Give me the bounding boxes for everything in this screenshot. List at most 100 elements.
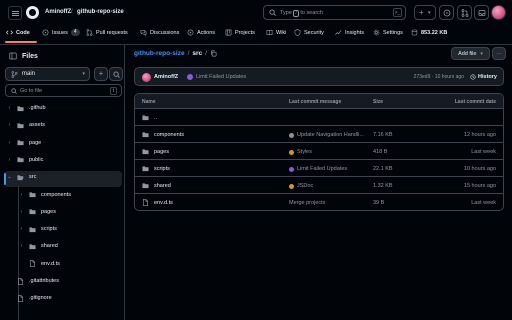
tab-actions[interactable]: Actions — [187, 27, 215, 38]
chevron-icon[interactable]: › — [7, 140, 12, 146]
commit-type-icon — [289, 183, 294, 189]
tab-code-label: Code — [16, 29, 30, 36]
row-name-link[interactable]: env.d.ts — [142, 199, 173, 206]
add-file-button[interactable]: + — [94, 67, 108, 81]
tab-insights[interactable]: Insights — [335, 27, 364, 38]
file-icon — [29, 260, 36, 268]
commit-type-icon — [289, 132, 294, 138]
create-new-button[interactable]: + ▾ — [414, 5, 436, 20]
row-commit-message[interactable]: JSDoc — [289, 183, 313, 189]
tree-item[interactable]: › scripts — [19, 222, 57, 236]
row-commit-message[interactable]: Merge projects — [289, 200, 325, 206]
table-row[interactable]: env.d.ts Merge projects 39 B Last week — [135, 194, 503, 210]
row-name: scripts — [154, 165, 170, 172]
row-date: Last week — [471, 200, 496, 206]
tab-issues-label: Issues — [52, 29, 68, 36]
keyboard-shortcut-hint: t — [109, 87, 117, 95]
tree-item[interactable]: › components — [19, 188, 71, 202]
tree-item[interactable]: .gitattributes — [7, 274, 59, 288]
tree-item[interactable]: › .github — [7, 101, 46, 115]
chevron-icon[interactable]: › — [19, 226, 24, 232]
table-row[interactable]: components Update Navigation Handli... 7.1… — [135, 126, 503, 143]
tree-item[interactable]: ⌄ src — [7, 170, 36, 184]
tab-issues[interactable]: Issues 4 — [42, 27, 80, 38]
tree-item[interactable]: › assets — [7, 118, 45, 132]
repo-link[interactable]: github-repo-size — [77, 9, 124, 15]
chevron-icon[interactable]: › — [19, 192, 24, 198]
file-table: Name Last commit message Size Last commi… — [134, 93, 504, 211]
issues-icon — [42, 29, 49, 36]
more-options-button[interactable]: ··· — [492, 47, 506, 60]
issues-button[interactable] — [439, 5, 454, 20]
tab-code[interactable]: Code — [6, 27, 30, 38]
tab-settings[interactable]: Settings — [373, 27, 403, 38]
table-row[interactable]: scripts Limit Failed Updates 22.1 KB 10 hou… — [135, 160, 503, 177]
row-commit-message[interactable]: Limit Failed Updates — [289, 166, 347, 172]
tree-item-label: .gitignore — [29, 295, 52, 302]
table-row[interactable]: shared JSDoc 1.32 KB 15 hours ago — [135, 177, 503, 194]
tab-security-label: Security — [304, 29, 324, 36]
row-name-link[interactable]: pages — [142, 148, 169, 155]
tab-security[interactable]: Security — [294, 27, 324, 38]
commit-type-icon — [289, 166, 294, 172]
notifications-button[interactable] — [474, 5, 489, 20]
row-name-link[interactable]: scripts — [142, 165, 170, 172]
repo-size-label: 853.22 KB — [421, 29, 448, 36]
commit-author[interactable]: AminoffZ — [154, 74, 178, 80]
row-name-link[interactable]: shared — [142, 182, 171, 189]
chevron-icon[interactable]: › — [7, 105, 12, 111]
parent-directory-link[interactable]: .. — [142, 114, 157, 121]
tree-item[interactable]: › public — [7, 153, 44, 167]
chevron-icon[interactable]: › — [19, 243, 24, 249]
search-files-button[interactable] — [109, 67, 123, 81]
avatar[interactable] — [142, 73, 151, 82]
global-search-input[interactable]: Type / to search >_ — [263, 5, 406, 20]
breadcrumb-repo-link[interactable]: github-repo-size — [134, 50, 185, 57]
tree-item[interactable]: › shared — [19, 239, 58, 253]
file-tree-sidebar: Files main ▾ + Go to file t › .github › ass… — [0, 45, 125, 320]
tree-item-label: .github — [29, 105, 46, 111]
folder-icon — [142, 149, 149, 155]
tab-pull-requests[interactable]: Pull requests — [86, 27, 128, 38]
tree-item[interactable]: › page — [7, 136, 42, 150]
row-commit-message[interactable]: Styles — [289, 149, 312, 155]
tab-projects[interactable]: Projects — [225, 27, 255, 38]
chevron-icon[interactable]: › — [7, 122, 12, 128]
table-row[interactable]: pages Styles 418 B Last week — [135, 143, 503, 160]
tab-wiki[interactable]: Wiki — [266, 27, 286, 38]
pull-requests-button[interactable] — [457, 5, 472, 20]
tree-item-label: pages — [41, 208, 56, 215]
commit-meta[interactable]: 273ed9 · 10 hours ago — [414, 74, 464, 80]
owner-link[interactable]: AminoffZ — [45, 9, 71, 15]
tab-discussions[interactable]: Discussions — [140, 27, 179, 38]
row-name-link[interactable]: components — [142, 131, 184, 138]
row-commit-message[interactable]: Update Navigation Handli... — [289, 132, 364, 138]
plus-icon: + — [419, 8, 424, 17]
chevron-icon[interactable]: ⌄ — [7, 174, 12, 180]
add-file-dropdown-button[interactable]: Add file ▾ — [451, 47, 490, 60]
tree-item[interactable]: .gitignore — [7, 291, 52, 305]
parent-directory-row[interactable]: .. — [135, 109, 503, 126]
column-last-commit-message: Last commit message — [289, 99, 342, 105]
chevron-down-icon: ▾ — [82, 71, 85, 77]
github-logo-icon[interactable] — [26, 6, 39, 19]
menu-button[interactable] — [8, 6, 22, 20]
row-size: 39 B — [373, 200, 385, 206]
actions-icon — [187, 29, 194, 36]
gear-icon — [373, 29, 380, 36]
history-button[interactable]: History — [470, 74, 497, 80]
chevron-icon[interactable]: › — [19, 209, 24, 215]
folder-icon — [142, 115, 149, 121]
tree-item[interactable]: › pages — [19, 205, 56, 219]
user-avatar[interactable] — [491, 5, 506, 20]
row-size: 7.16 KB — [373, 132, 393, 138]
command-palette-icon[interactable]: >_ — [393, 8, 402, 17]
go-to-file-placeholder: Go to file — [20, 88, 43, 94]
branch-selector[interactable]: main ▾ — [5, 67, 90, 81]
commit-message[interactable]: Limit Failed Updates — [196, 74, 246, 80]
go-to-file-input[interactable]: Go to file t — [5, 84, 122, 97]
copy-icon[interactable] — [210, 50, 217, 57]
tree-item[interactable]: env.d.ts — [19, 257, 60, 271]
chevron-icon[interactable]: › — [7, 157, 12, 163]
sidebar-collapse-icon[interactable] — [9, 52, 17, 60]
